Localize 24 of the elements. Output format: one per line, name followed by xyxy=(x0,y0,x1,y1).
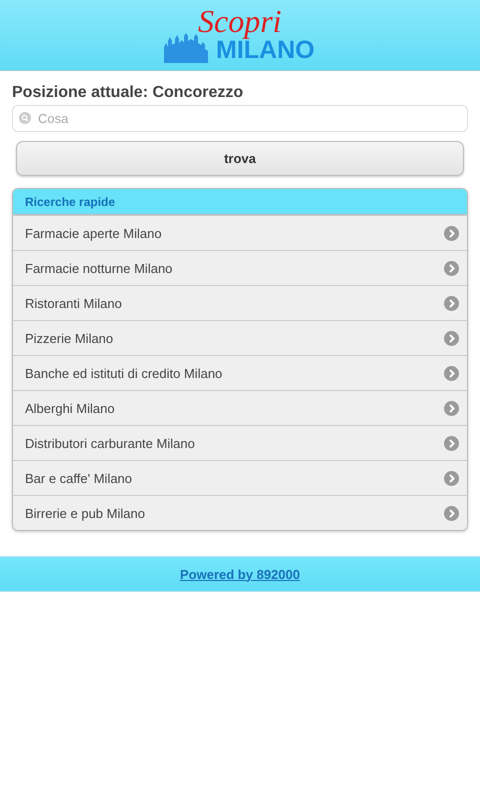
list-item[interactable]: Bar e caffe' Milano xyxy=(13,460,467,495)
list-item[interactable]: Birrerie e pub Milano xyxy=(13,495,467,530)
location-title: Posizione attuale: Concorezzo xyxy=(12,83,244,103)
logo-script-text: Scopri xyxy=(198,3,282,39)
chevron-right-icon xyxy=(444,296,459,310)
search-icon xyxy=(19,112,31,124)
list-header: Ricerche rapide xyxy=(13,189,467,215)
chevron-right-icon xyxy=(444,400,459,416)
list-item[interactable]: Farmacie notturne Milano xyxy=(13,250,467,285)
chevron-right-icon xyxy=(444,470,459,486)
chevron-right-icon xyxy=(444,366,459,380)
list-item[interactable]: Farmacie aperte Milano xyxy=(13,215,467,250)
chevron-right-icon xyxy=(444,226,459,240)
chevron-right-icon xyxy=(444,436,459,450)
list-item[interactable]: Ristoranti Milano xyxy=(13,285,467,320)
search-button[interactable]: trova xyxy=(16,141,464,176)
search-field[interactable]: Cosa xyxy=(12,105,468,132)
list-item[interactable]: Banche ed istituti di credito Milano xyxy=(13,355,467,390)
chevron-right-icon xyxy=(444,330,459,346)
list-item[interactable]: Pizzerie Milano xyxy=(13,320,467,355)
list-item[interactable]: Distributori carburante Milano xyxy=(13,425,467,460)
list-item[interactable]: Alberghi Milano xyxy=(13,390,467,425)
chevron-right-icon xyxy=(444,260,459,276)
chevron-right-icon xyxy=(444,506,459,520)
